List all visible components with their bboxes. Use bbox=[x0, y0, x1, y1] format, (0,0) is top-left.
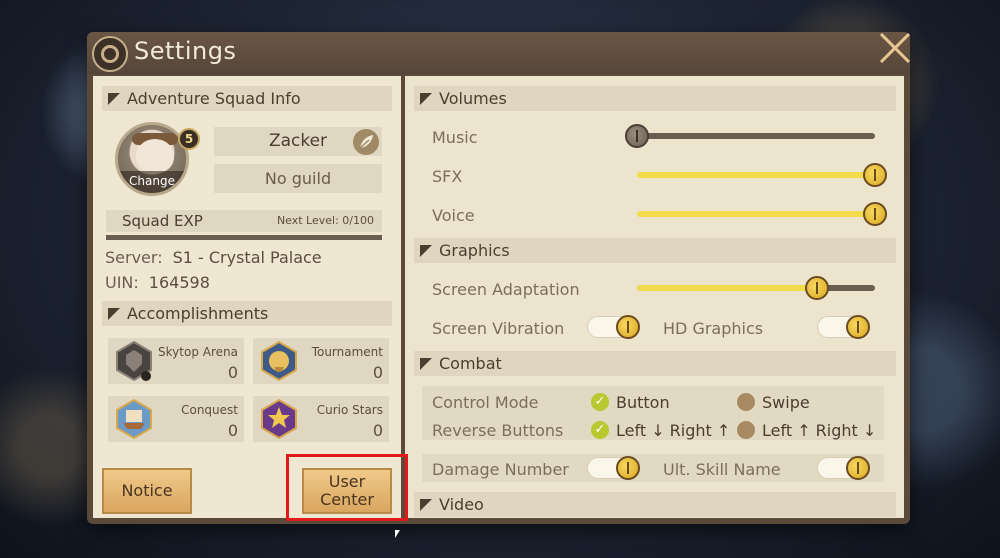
accomplishment-value: 0 bbox=[227, 363, 238, 382]
accomplishment-card[interactable]: Skytop Arena 0 bbox=[108, 338, 244, 384]
reverse-buttons-label: Reverse Buttons bbox=[432, 421, 564, 440]
exp-progress-bar bbox=[106, 235, 382, 240]
section-adventure-squad-info: Adventure Squad Info bbox=[102, 86, 392, 111]
control-mode-button-option[interactable]: Button bbox=[616, 393, 670, 412]
voice-slider-knob[interactable] bbox=[863, 202, 887, 226]
control-mode-swipe-option[interactable]: Swipe bbox=[762, 393, 810, 412]
sfx-label: SFX bbox=[432, 167, 463, 186]
reverse-option-left-up[interactable]: Left ↑ Right ↓ bbox=[762, 421, 876, 440]
voice-label: Voice bbox=[432, 206, 475, 225]
star-icon bbox=[261, 398, 297, 440]
server-value: S1 - Crystal Palace bbox=[172, 248, 322, 267]
settings-emblem-icon bbox=[92, 36, 128, 72]
uin-line: UIN: 164598 bbox=[105, 273, 210, 292]
screen-adaptation-label: Screen Adaptation bbox=[432, 280, 580, 299]
settings-dialog: Settings Adventure Squad Info Change 5 Z… bbox=[87, 32, 910, 524]
music-slider[interactable] bbox=[625, 133, 875, 139]
settings-options-panel: Volumes Music SFX Voice Graphics Screen … bbox=[405, 76, 904, 518]
section-title: Combat bbox=[439, 354, 502, 373]
damage-number-label: Damage Number bbox=[432, 460, 569, 479]
sfx-slider[interactable] bbox=[637, 172, 875, 178]
section-title: Video bbox=[439, 495, 484, 514]
guild-field: No guild bbox=[214, 164, 382, 193]
level-badge: 5 bbox=[178, 128, 200, 150]
avatar[interactable]: Change bbox=[115, 122, 189, 196]
radio-unselected-icon[interactable] bbox=[737, 421, 755, 439]
screen-adaptation-knob[interactable] bbox=[805, 276, 829, 300]
ult-skill-name-label: Ult. Skill Name bbox=[663, 460, 781, 479]
next-level-text: Next Level: 0/100 bbox=[276, 214, 374, 227]
check-icon[interactable]: ✓ bbox=[591, 393, 609, 411]
hd-graphics-toggle[interactable] bbox=[817, 315, 870, 339]
sfx-slider-knob[interactable] bbox=[863, 163, 887, 187]
accomplishment-name: Conquest bbox=[181, 403, 238, 417]
voice-slider[interactable] bbox=[637, 211, 875, 217]
dialog-title: Settings bbox=[134, 37, 237, 65]
accomplishment-value: 0 bbox=[227, 421, 238, 440]
title-bar: Settings bbox=[87, 32, 910, 74]
section-title: Adventure Squad Info bbox=[127, 89, 301, 108]
close-icon[interactable] bbox=[875, 28, 915, 68]
ult-skill-name-toggle[interactable] bbox=[817, 456, 870, 480]
squad-exp-row: Squad EXP Next Level: 0/100 bbox=[106, 210, 382, 232]
trophy-icon bbox=[261, 340, 297, 382]
screen-vibration-label: Screen Vibration bbox=[432, 319, 565, 338]
server-line: Server: S1 - Crystal Palace bbox=[105, 248, 322, 267]
accomplishment-card[interactable]: Conquest 0 bbox=[108, 396, 244, 442]
edit-name-leaf-icon[interactable] bbox=[353, 129, 379, 155]
squad-exp-label: Squad EXP bbox=[122, 212, 203, 230]
section-video: Video bbox=[414, 492, 896, 517]
check-icon[interactable]: ✓ bbox=[591, 421, 609, 439]
section-combat: Combat bbox=[414, 351, 896, 376]
accomplishment-name: Tournament bbox=[311, 345, 383, 359]
shield-icon bbox=[116, 340, 152, 382]
radio-unselected-icon[interactable] bbox=[737, 393, 755, 411]
section-title: Accomplishments bbox=[127, 304, 269, 323]
control-mode-label: Control Mode bbox=[432, 393, 539, 412]
accomplishment-card[interactable]: Curio Stars 0 bbox=[253, 396, 389, 442]
screen-vibration-toggle[interactable] bbox=[587, 315, 640, 339]
reverse-option-left-down[interactable]: Left ↓ Right ↑ bbox=[616, 421, 730, 440]
notice-button[interactable]: Notice bbox=[102, 468, 192, 514]
ship-icon bbox=[116, 398, 152, 440]
section-accomplishments: Accomplishments bbox=[102, 301, 392, 326]
user-center-highlight-box bbox=[286, 454, 408, 521]
music-label: Music bbox=[432, 128, 478, 147]
avatar-change-label: Change bbox=[118, 171, 186, 193]
squad-info-panel: Adventure Squad Info Change 5 Zacker No … bbox=[93, 76, 401, 518]
section-graphics: Graphics bbox=[414, 238, 896, 263]
screen-adaptation-fill bbox=[637, 285, 817, 291]
music-slider-knob[interactable] bbox=[625, 124, 649, 148]
damage-number-toggle[interactable] bbox=[587, 456, 640, 480]
accomplishment-name: Curio Stars bbox=[316, 403, 383, 417]
section-title: Volumes bbox=[439, 89, 507, 108]
accomplishment-value: 0 bbox=[372, 363, 383, 382]
section-volumes: Volumes bbox=[414, 86, 896, 111]
accomplishment-name: Skytop Arena bbox=[158, 345, 238, 359]
mouse-cursor-icon bbox=[395, 530, 400, 538]
hd-graphics-label: HD Graphics bbox=[663, 319, 764, 338]
accomplishment-value: 0 bbox=[372, 421, 383, 440]
uin-value: 164598 bbox=[148, 273, 210, 292]
accomplishment-card[interactable]: Tournament 0 bbox=[253, 338, 389, 384]
section-title: Graphics bbox=[439, 241, 510, 260]
